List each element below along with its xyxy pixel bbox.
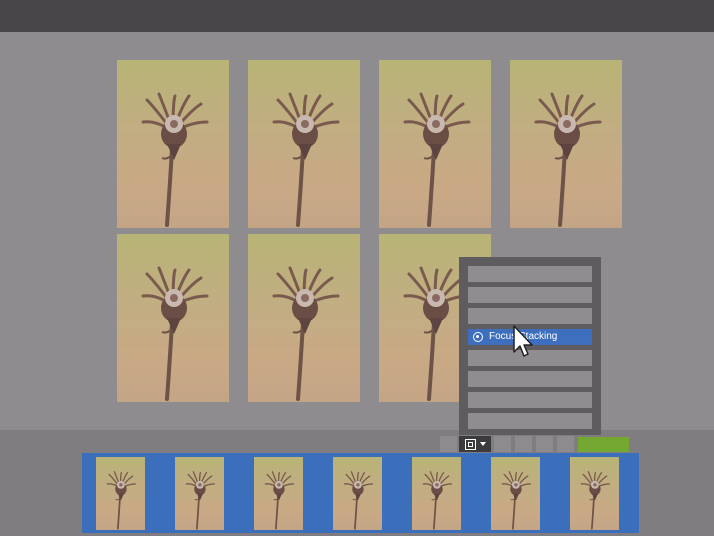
stack-mode-dropdown[interactable] (459, 436, 491, 452)
menu-item[interactable] (468, 287, 592, 303)
filmstrip-thumbnail[interactable] (491, 457, 540, 530)
focus-stacking-icon (473, 332, 483, 342)
stack-mode-icon (464, 438, 476, 450)
menu-item[interactable] (468, 308, 592, 324)
toolbar-button[interactable] (494, 436, 511, 452)
menu-item[interactable] (468, 266, 592, 282)
photo-frame[interactable] (248, 234, 360, 402)
filmstrip-thumbnail[interactable] (96, 457, 145, 530)
filmstrip (82, 453, 639, 533)
photo-flower[interactable] (117, 234, 229, 402)
toolbar-button[interactable] (440, 436, 457, 452)
filmstrip-thumbnail[interactable] (175, 457, 224, 530)
process-button[interactable] (578, 437, 629, 452)
menu-item[interactable] (468, 392, 592, 408)
thumbnail-photo (491, 457, 540, 530)
thumbnail-photo (570, 457, 619, 530)
thumbnail-photo (175, 457, 224, 530)
filmstrip-thumbnail[interactable] (412, 457, 461, 530)
top-bar (0, 0, 714, 32)
photo-frame[interactable] (248, 60, 360, 228)
photo-flower[interactable] (248, 60, 360, 228)
photo-frame[interactable] (379, 60, 491, 228)
menu-item[interactable] (468, 413, 592, 429)
photo-flower[interactable] (117, 60, 229, 228)
photo-frame[interactable] (510, 60, 622, 228)
photo-flower[interactable] (248, 234, 360, 402)
filmstrip-thumbnail[interactable] (570, 457, 619, 530)
filmstrip-thumbnail[interactable] (333, 457, 382, 530)
photo-frame[interactable] (117, 60, 229, 228)
chevron-down-icon (479, 442, 486, 446)
thumbnail-photo (96, 457, 145, 530)
thumbnail-photo (412, 457, 461, 530)
toolbar-button[interactable] (557, 436, 574, 452)
thumbnail-photo (333, 457, 382, 530)
photo-flower[interactable] (379, 60, 491, 228)
photo-flower[interactable] (510, 60, 622, 228)
menu-item[interactable] (468, 371, 592, 387)
toolbar-button[interactable] (515, 436, 532, 452)
mouse-cursor-icon (513, 325, 533, 357)
thumbnail-photo (254, 457, 303, 530)
toolbar-button[interactable] (536, 436, 553, 452)
photo-frame[interactable] (117, 234, 229, 402)
filmstrip-thumbnail[interactable] (254, 457, 303, 530)
